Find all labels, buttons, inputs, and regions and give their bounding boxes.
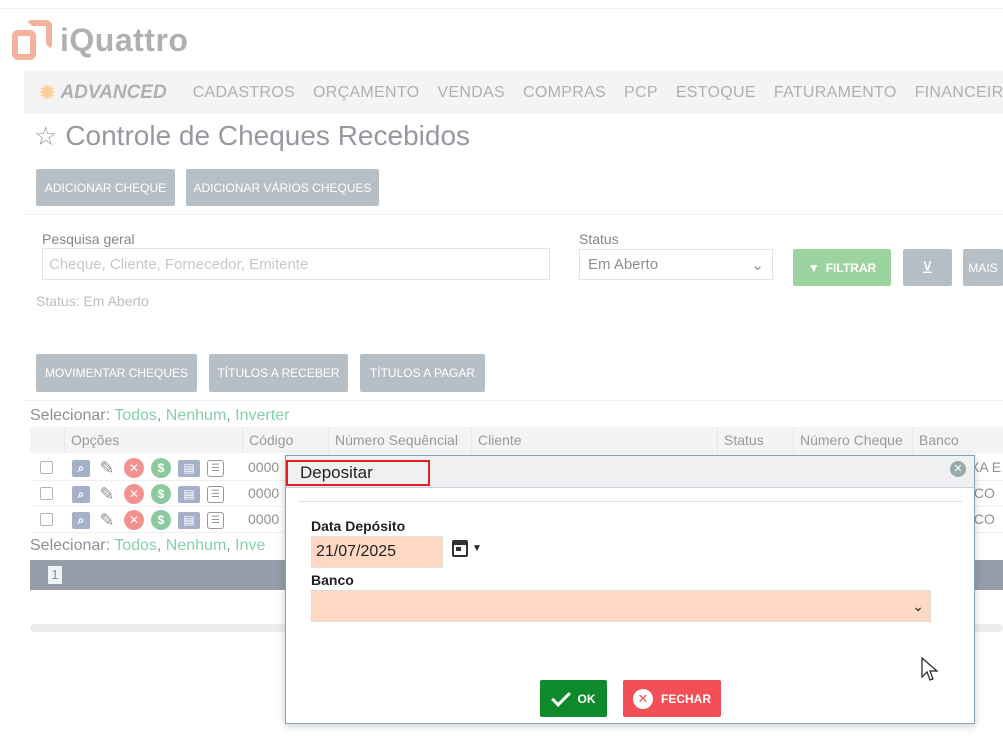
close-button[interactable]: ✕ FECHAR [623, 680, 721, 717]
calendar-picker[interactable]: ▼ [452, 540, 482, 557]
deposit-date-input[interactable]: 21/07/2025 [311, 536, 443, 568]
close-circle-icon: ✕ [633, 688, 653, 709]
close-icon[interactable]: ✕ [950, 461, 966, 477]
dialog-title: Depositar [286, 460, 430, 486]
bank-label: Banco [311, 572, 354, 588]
deposit-date-value: 21/07/2025 [316, 543, 397, 560]
check-icon [550, 686, 571, 707]
calendar-icon [452, 540, 468, 557]
ok-button[interactable]: OK [540, 680, 607, 717]
chevron-down-icon: ⌄ [912, 598, 924, 614]
bank-select[interactable]: ⌄ [311, 590, 931, 622]
deposit-dialog: Depositar ✕ Data Depósito 21/07/2025 ▼ B… [285, 455, 975, 724]
close-button-label: FECHAR [661, 691, 711, 706]
caret-down-icon: ▼ [472, 543, 482, 554]
ok-button-label: OK [577, 691, 596, 706]
dialog-header: Depositar ✕ [286, 456, 974, 488]
dialog-divider [298, 501, 962, 502]
mouse-cursor-icon [921, 657, 939, 681]
deposit-date-label: Data Depósito [311, 518, 406, 534]
